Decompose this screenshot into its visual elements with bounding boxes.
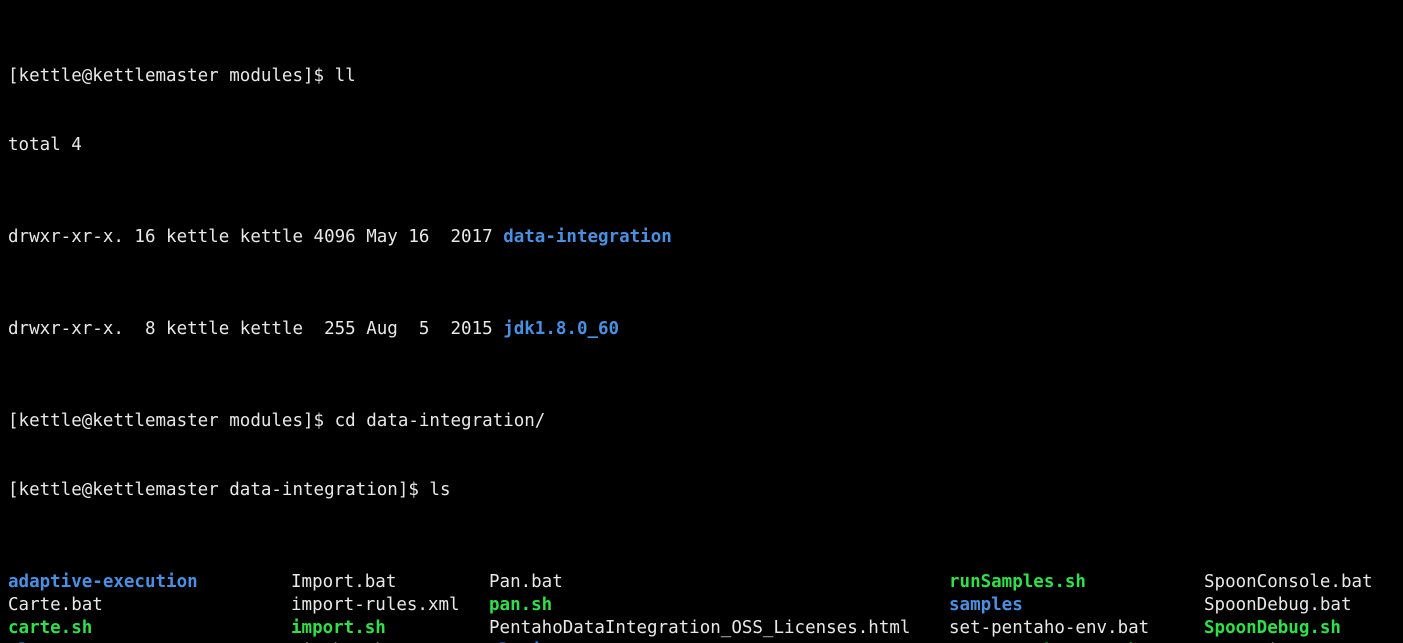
command-line-ls-data-integration: [kettle@kettlemaster data-integration]$ … [8,480,451,500]
ls-entry-file[interactable]: Carte.bat [8,594,103,617]
terminal-window[interactable]: [kettle@kettlemaster modules]$ ll total … [0,0,1403,643]
ls-row: adaptive-execution Import.bat Pan.bat runSa… [8,571,1373,594]
ls-entry-file[interactable]: Pan.bat [489,571,563,594]
ll-row-meta: drwxr-xr-x. 8 kettle kettle 255 Aug 5 20… [8,319,504,339]
command-line-ll-modules: [kettle@kettlemaster modules]$ ll [8,66,356,86]
ls-entry-file[interactable]: SpoonConsole.bat [1204,571,1373,594]
ls-row: carte.sh import.sh PentahoDataIntegration_… [8,617,1341,640]
ls-entry-dir[interactable]: adaptive-execution [8,571,198,594]
ls-entry-exec[interactable]: import.sh [291,617,386,640]
ls-row: Carte.bat import-rules.xml pan.sh samples Sp… [8,594,1352,617]
ls-entry-file[interactable]: SpoonDebug.bat [1204,594,1352,617]
command-line-cd-data-integration: [kettle@kettlemaster modules]$ cd data-i… [8,411,546,431]
ls-entry-file[interactable]: set-pentaho-env.bat [949,617,1149,640]
ll-row-name-dir[interactable]: data-integration [503,227,672,247]
ll-row-data-integration: drwxr-xr-x. 16 kettle kettle 4096 May 16… [8,226,788,249]
ls-entry-file[interactable]: Import.bat [291,571,396,594]
ls-output-grid: adaptive-execution Import.bat Pan.bat runSa… [8,571,1373,643]
ll-row-jdk: drwxr-xr-x. 8 kettle kettle 255 Aug 5 20… [8,318,788,341]
ll-row-meta: drwxr-xr-x. 16 kettle kettle 4096 May 16… [8,227,504,247]
terminal-screen: [kettle@kettlemaster modules]$ ll total … [8,0,1373,643]
ls-entry-exec[interactable]: carte.sh [8,617,92,640]
ls-entry-exec[interactable]: runSamples.sh [949,571,1086,594]
output-total-4: total 4 [8,135,82,155]
ls-entry-dir[interactable]: samples [949,594,1023,617]
ls-entry-file[interactable]: PentahoDataIntegration_OSS_Licenses.html [489,617,910,640]
ls-entry-exec[interactable]: pan.sh [489,594,552,617]
ls-entry-file[interactable]: import-rules.xml [291,594,460,617]
ls-entry-exec[interactable]: SpoonDebug.sh [1204,617,1341,640]
ll-row-name-dir[interactable]: jdk1.8.0_60 [503,319,619,339]
